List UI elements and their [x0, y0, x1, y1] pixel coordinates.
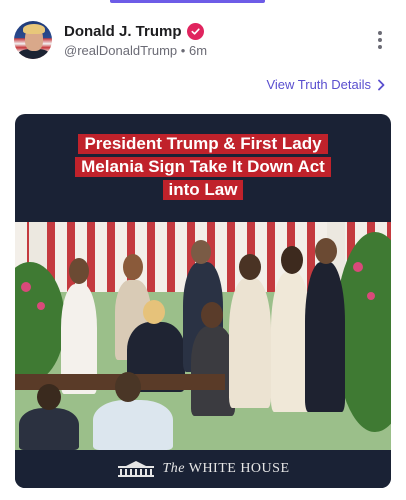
white-house-logo-icon — [118, 461, 155, 477]
photo-person-head — [281, 246, 303, 274]
photo-person-head — [315, 238, 337, 264]
chevron-right-icon — [378, 79, 385, 90]
more-dot-1 — [378, 31, 382, 35]
photo-person-head — [191, 240, 211, 264]
photo-person — [229, 278, 271, 408]
author-info: Donald J. Trump @realDonaldTrump • 6m — [64, 22, 207, 58]
photo-photographer — [19, 408, 79, 450]
media-brand-bar: The WHITE HOUSE — [15, 450, 391, 488]
photo-flower — [367, 292, 375, 300]
view-truth-details-link[interactable]: View Truth Details — [266, 77, 386, 92]
photo-person-head — [123, 254, 143, 280]
more-dot-2 — [378, 38, 382, 42]
post-timestamp[interactable]: 6m — [189, 43, 207, 58]
photo-photographer — [93, 400, 173, 450]
view-truth-details-label: View Truth Details — [266, 77, 371, 92]
photo-person-head — [143, 300, 165, 324]
media-headline: President Trump & First Lady Melania Sig… — [15, 134, 391, 200]
author-display-name[interactable]: Donald J. Trump — [64, 23, 182, 40]
photo-flower — [37, 302, 45, 310]
author-meta: @realDonaldTrump • 6m — [64, 43, 207, 58]
more-vertical-icon[interactable] — [372, 28, 388, 52]
meta-separator: • — [180, 42, 186, 58]
white-house-wordmark-name: WHITE HOUSE — [188, 461, 290, 476]
photo-person-head — [69, 258, 89, 284]
avatar-hair — [23, 24, 45, 34]
photo-flower — [21, 282, 31, 292]
author-name-row: Donald J. Trump — [64, 22, 207, 40]
headline-line-3: into Law — [162, 180, 244, 200]
post-media-image[interactable]: President Trump & First Lady Melania Sig… — [15, 114, 391, 488]
more-dot-3 — [378, 45, 382, 49]
verified-badge-icon — [186, 22, 204, 40]
white-house-wordmark: The WHITE HOUSE — [162, 461, 289, 477]
photo-person-head — [115, 372, 141, 402]
signing-ceremony-photo — [15, 222, 391, 450]
post-header: Donald J. Trump @realDonaldTrump • 6m — [14, 18, 392, 62]
avatar[interactable] — [14, 21, 52, 59]
active-tab-indicator — [110, 0, 265, 3]
white-house-wordmark-prefix: The — [162, 461, 185, 476]
photo-person-head — [239, 254, 261, 280]
author-handle[interactable]: @realDonaldTrump — [64, 43, 177, 58]
photo-flower — [353, 262, 363, 272]
photo-person-head — [37, 384, 61, 410]
photo-person-head — [201, 302, 223, 328]
headline-line-1: President Trump & First Lady — [78, 134, 328, 154]
headline-line-2: Melania Sign Take It Down Act — [75, 157, 331, 177]
photo-person — [305, 262, 345, 412]
